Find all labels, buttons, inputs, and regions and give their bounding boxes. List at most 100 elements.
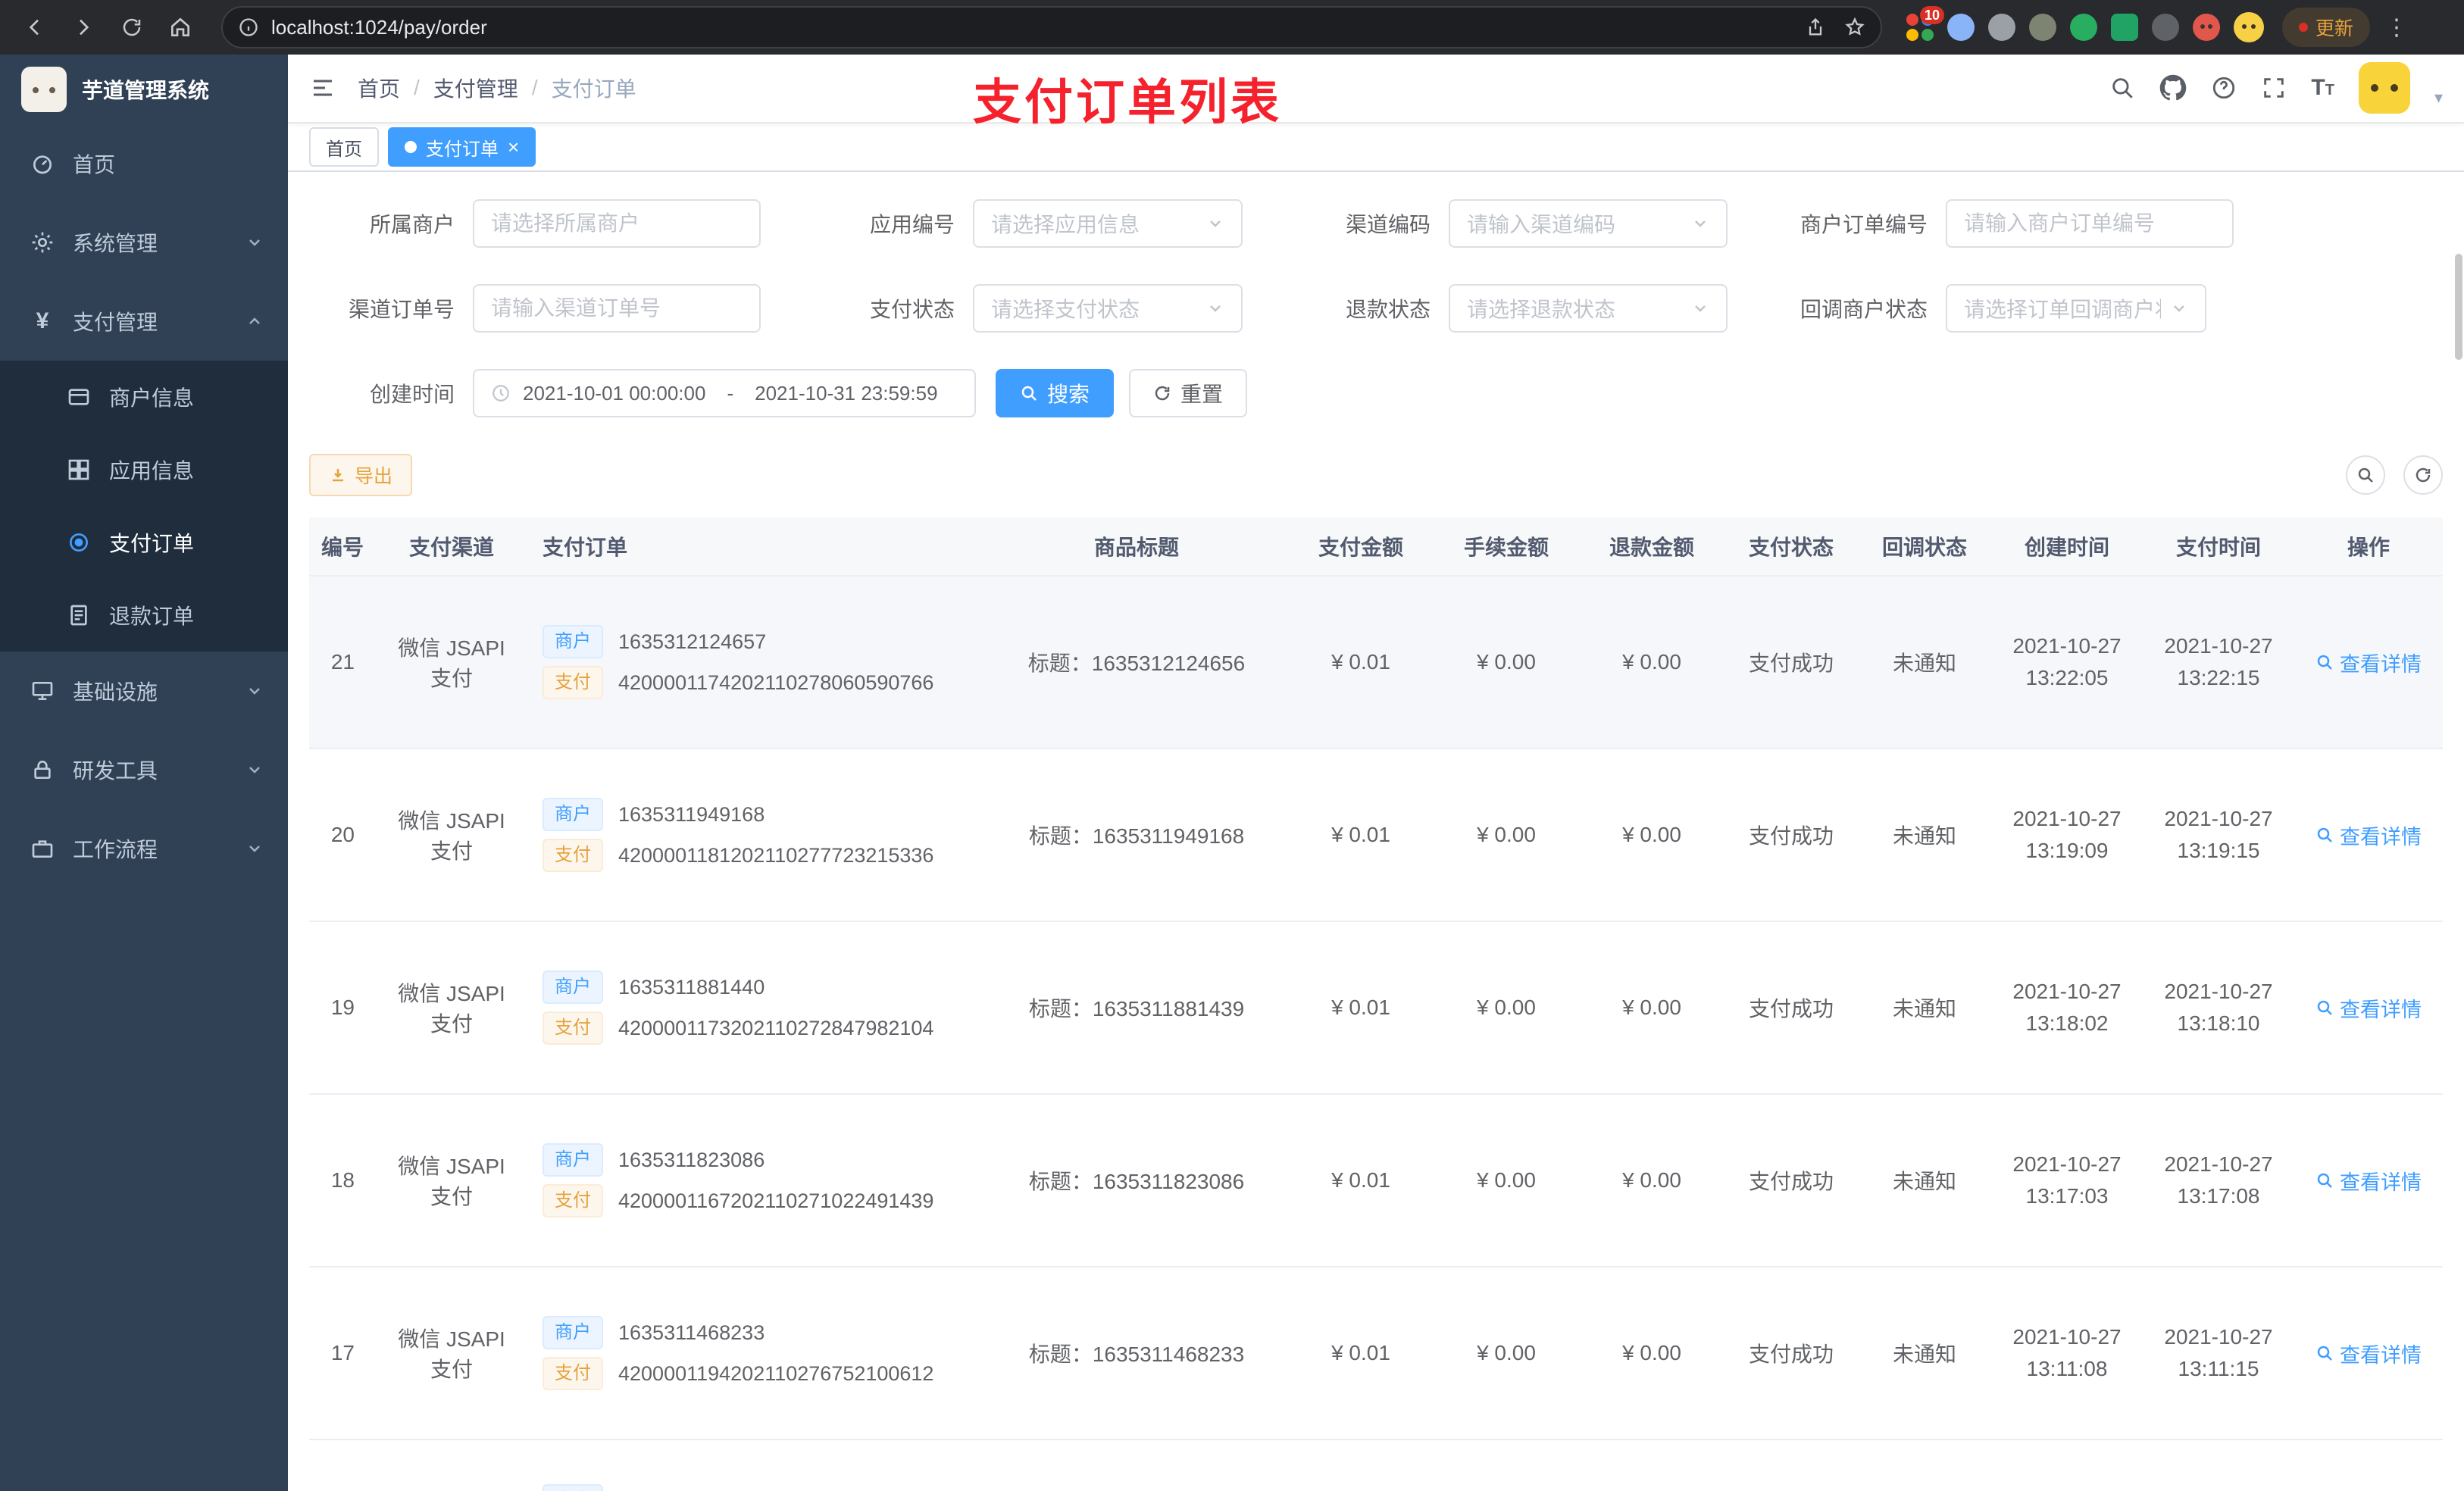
sidebar-item-workflow[interactable]: 工作流程 bbox=[0, 809, 288, 888]
site-info-icon[interactable] bbox=[238, 17, 259, 38]
view-detail-link[interactable]: 查看详情 bbox=[2315, 821, 2422, 850]
extension-dots-icon[interactable]: 10 bbox=[1906, 6, 1944, 41]
fullscreen-icon[interactable] bbox=[2261, 75, 2287, 101]
browser-profile-avatar[interactable] bbox=[2234, 12, 2264, 42]
extension-icon[interactable] bbox=[2070, 14, 2097, 41]
browser-update-button[interactable]: 更新 bbox=[2282, 8, 2371, 47]
table-row[interactable]: 21 微信 JSAPI 支付 商户 1635312124657 支付 4200001… bbox=[309, 576, 2443, 750]
sidebar-item-merchant-info[interactable]: 商户信息 bbox=[0, 361, 288, 433]
sidebar-item-devtools[interactable]: 研发工具 bbox=[0, 730, 288, 809]
url-text[interactable]: localhost:1024/pay/order bbox=[271, 16, 1793, 39]
magnifier-icon bbox=[2317, 1000, 2332, 1016]
table-row[interactable]: 20 微信 JSAPI 支付 商户 1635311949168 支付 4200001… bbox=[309, 749, 2443, 923]
sidebar-item-system[interactable]: 系统管理 bbox=[0, 203, 288, 282]
page-title: 支付订单列表 bbox=[973, 75, 1282, 130]
select-placeholder: 请选择订单回调商户状态 bbox=[1964, 298, 2161, 322]
view-detail-link[interactable]: 查看详情 bbox=[2315, 1339, 2422, 1368]
menu-fold-icon[interactable] bbox=[309, 74, 336, 102]
owner-input-field[interactable] bbox=[491, 211, 743, 236]
search-icon bbox=[1021, 386, 1037, 402]
tab-pay-order[interactable]: 支付订单 × bbox=[388, 127, 536, 167]
tab-label: 首页 bbox=[326, 139, 362, 160]
toggle-search-icon[interactable] bbox=[2346, 455, 2385, 495]
merchant-order-no-input[interactable] bbox=[1946, 199, 2234, 248]
table-row[interactable]: 商户16353115786 bbox=[309, 1439, 2443, 1491]
pay-status-select[interactable]: 请选择支付状态 bbox=[973, 284, 1243, 333]
sidebar-item-pay[interactable]: ¥ 支付管理 bbox=[0, 282, 288, 361]
cell-pay-amount: ¥ 0.01 bbox=[1288, 749, 1434, 923]
sidebar-item-app-info[interactable]: 应用信息 bbox=[0, 433, 288, 506]
table-row[interactable]: 19 微信 JSAPI 支付 商户 1635311881440 支付 4200001… bbox=[309, 921, 2443, 1096]
forward-icon[interactable] bbox=[64, 8, 103, 47]
refund-status-select[interactable]: 请选择退款状态 bbox=[1449, 284, 1728, 333]
lock-icon bbox=[34, 761, 51, 779]
channel-code-select[interactable]: 请输入渠道编码 bbox=[1449, 199, 1728, 248]
pinned-extension-icon[interactable] bbox=[2152, 14, 2179, 41]
tab-home[interactable]: 首页 bbox=[309, 127, 379, 167]
view-detail-link[interactable]: 查看详情 bbox=[2315, 1166, 2422, 1196]
reset-button-label: 重置 bbox=[1180, 383, 1224, 407]
browser-chrome: localhost:1024/pay/order 10 更新 ⋮ bbox=[0, 0, 2464, 55]
select-placeholder: 请选择退款状态 bbox=[1467, 298, 1616, 322]
cell-notify-status: 未通知 bbox=[1858, 576, 1991, 750]
select-placeholder: 请选择应用信息 bbox=[991, 213, 1140, 237]
merchant-order-no-field[interactable] bbox=[1964, 211, 2215, 236]
sidebar-item-refund-order[interactable]: 退款订单 bbox=[0, 579, 288, 652]
refresh-table-icon[interactable] bbox=[2403, 455, 2443, 495]
extensions-row: 10 bbox=[1906, 6, 2264, 42]
view-detail-link[interactable]: 查看详情 bbox=[2315, 648, 2422, 677]
pay-badge: 支付 bbox=[543, 1357, 603, 1391]
extension-icon[interactable] bbox=[2111, 14, 2138, 41]
extension-icon[interactable] bbox=[1947, 14, 1975, 41]
home-icon[interactable] bbox=[161, 8, 200, 47]
create-time-range-picker[interactable]: 2021-10-01 00:00:00 - 2021-10-31 23:59:5… bbox=[473, 369, 976, 418]
view-detail-link[interactable]: 查看详情 bbox=[2315, 993, 2422, 1023]
sidebar-item-home[interactable]: 首页 bbox=[0, 124, 288, 203]
scrollbar-thumb[interactable] bbox=[2455, 254, 2462, 361]
extension-icon[interactable] bbox=[2193, 14, 2220, 41]
address-bar[interactable]: localhost:1024/pay/order bbox=[221, 6, 1882, 48]
extension-icon[interactable] bbox=[2029, 14, 2056, 41]
browser-menu-icon[interactable]: ⋮ bbox=[2379, 14, 2414, 41]
channel-order-no-input[interactable] bbox=[473, 284, 761, 333]
order-table: 编号 支付渠道 支付订单 商品标题 支付金额 手续金额 退款金额 支付状态 回调… bbox=[309, 517, 2443, 1491]
search-icon[interactable] bbox=[2109, 75, 2135, 101]
close-icon[interactable]: × bbox=[508, 137, 519, 157]
caret-down-icon[interactable]: ▾ bbox=[2434, 88, 2443, 108]
chevron-down-icon bbox=[249, 767, 260, 774]
channel-order-no-field[interactable] bbox=[491, 296, 743, 321]
app-title: 芋道管理系统 bbox=[82, 79, 210, 102]
owner-input[interactable] bbox=[473, 199, 761, 248]
share-icon[interactable] bbox=[1805, 17, 1826, 38]
merchant-badge: 商户 bbox=[543, 971, 603, 1005]
notify-status-select[interactable]: 请选择订单回调商户状态 bbox=[1946, 284, 2206, 333]
back-icon[interactable] bbox=[15, 8, 55, 47]
export-button[interactable]: 导出 bbox=[309, 454, 413, 497]
breadcrumb-item[interactable]: 首页 bbox=[358, 73, 400, 103]
table-header-row: 编号 支付渠道 支付订单 商品标题 支付金额 手续金额 退款金额 支付状态 回调… bbox=[309, 517, 2443, 577]
font-size-icon[interactable]: TT bbox=[2311, 77, 2334, 99]
bookmark-star-icon[interactable] bbox=[1844, 17, 1865, 38]
cell-action: 查看详情 bbox=[2294, 576, 2443, 750]
user-avatar[interactable] bbox=[2358, 62, 2410, 114]
help-icon[interactable] bbox=[2211, 75, 2237, 101]
github-icon[interactable] bbox=[2159, 74, 2187, 102]
magnifier-icon bbox=[2317, 1346, 2332, 1361]
refresh-icon[interactable] bbox=[112, 8, 152, 47]
sidebar-item-pay-order[interactable]: 支付订单 bbox=[0, 506, 288, 579]
reset-button[interactable]: 重置 bbox=[1129, 369, 1248, 418]
extension-icon[interactable] bbox=[1988, 14, 2015, 41]
table-row[interactable]: 18 微信 JSAPI 支付 商户 1635311823086 支付 4200001… bbox=[309, 1094, 2443, 1268]
grid-icon bbox=[68, 459, 89, 480]
app-no-select[interactable]: 请选择应用信息 bbox=[973, 199, 1243, 248]
breadcrumb-item[interactable]: 支付管理 bbox=[433, 73, 518, 103]
cell-fee-amount: ¥ 0.00 bbox=[1434, 1094, 1579, 1268]
chevron-down-icon bbox=[1695, 220, 1706, 227]
table-row[interactable]: 17 微信 JSAPI 支付 商户 1635311468233 支付 4200001… bbox=[309, 1267, 2443, 1441]
sidebar-item-infra[interactable]: 基础设施 bbox=[0, 652, 288, 730]
cell-channel bbox=[373, 1439, 530, 1491]
date-start[interactable]: 2021-10-01 00:00:00 bbox=[523, 382, 705, 405]
app-logo[interactable]: 芋道管理系统 bbox=[0, 55, 288, 124]
search-button[interactable]: 搜索 bbox=[996, 369, 1115, 418]
date-end[interactable]: 2021-10-31 23:59:59 bbox=[755, 382, 937, 405]
